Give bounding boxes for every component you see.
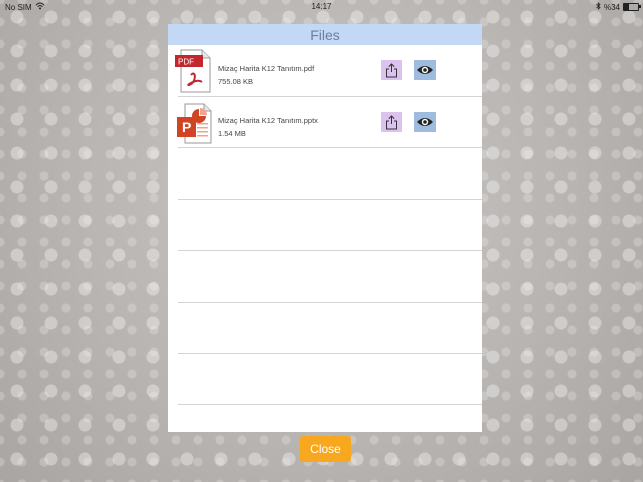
close-button[interactable]: Close	[300, 436, 351, 462]
file-size: 1.54 MB	[218, 129, 246, 138]
eye-icon	[417, 66, 433, 74]
pdf-file-icon: PDF	[174, 49, 214, 93]
bluetooth-icon	[596, 2, 601, 12]
row-divider	[178, 302, 482, 303]
share-icon	[386, 114, 397, 129]
share-button[interactable]	[381, 112, 402, 132]
battery-percent: %34	[603, 2, 620, 12]
view-button[interactable]	[414, 112, 436, 132]
view-button[interactable]	[414, 60, 436, 80]
list-item[interactable]: PDF Mizaç Harita K12 Tanıtım.pdf 755.08 …	[168, 45, 482, 96]
row-divider	[178, 404, 482, 405]
pptx-file-icon: P	[174, 101, 214, 145]
list-item[interactable]: P Mizaç Harita K12 Tanıtım.pptx 1.54 MB	[168, 97, 482, 148]
status-bar: No SIM 14:17 %34	[0, 0, 643, 14]
pdf-badge-text: PDF	[178, 58, 194, 67]
pptx-badge-text: P	[182, 119, 191, 135]
row-divider	[178, 353, 482, 354]
files-modal: Files PDF Mizaç Harita K12 Tanıtım.pdf 7…	[168, 24, 482, 432]
share-icon	[386, 62, 397, 77]
eye-icon	[417, 118, 433, 126]
clock: 14:17	[311, 2, 332, 11]
modal-title: Files	[168, 24, 482, 45]
file-size: 755.08 KB	[218, 77, 254, 86]
battery-icon	[623, 3, 641, 11]
row-divider	[178, 147, 482, 148]
share-button[interactable]	[381, 60, 402, 80]
row-divider	[178, 199, 482, 200]
row-divider	[178, 250, 482, 251]
file-name: Mizaç Harita K12 Tanıtım.pdf	[218, 64, 315, 73]
file-name: Mizaç Harita K12 Tanıtım.pptx	[218, 116, 318, 125]
